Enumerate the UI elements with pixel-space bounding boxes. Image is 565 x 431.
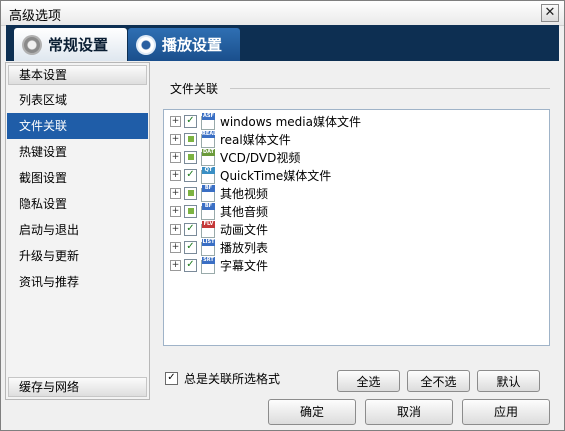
cancel-button[interactable]: 取消 xyxy=(365,399,453,425)
tab-label: 常规设置 xyxy=(48,36,109,54)
ok-button[interactable]: 确定 xyxy=(268,399,356,425)
file-type-tag: BF xyxy=(202,203,215,210)
file-type-tag: FLV xyxy=(202,221,215,228)
sidebar-item[interactable]: 列表区域 xyxy=(7,87,148,113)
tree-row-label: 其他音频 xyxy=(220,204,269,219)
sidebar-item[interactable]: 启动与退出 xyxy=(7,217,148,243)
expand-icon[interactable]: + xyxy=(170,259,181,271)
tree-row-label: windows media媒体文件 xyxy=(220,114,361,129)
checkbox-box[interactable]: ✓ xyxy=(165,372,178,385)
row-checkbox[interactable]: ✓ xyxy=(184,222,197,236)
expand-icon[interactable]: + xyxy=(170,205,181,217)
select-all-button[interactable]: 全选 xyxy=(337,370,400,392)
expand-icon[interactable]: + xyxy=(170,241,181,253)
sidebar-item[interactable]: 截图设置 xyxy=(7,165,148,191)
sidebar-item[interactable]: 热键设置 xyxy=(7,139,148,165)
row-checkbox[interactable] xyxy=(184,204,197,218)
close-button[interactable]: ✕ xyxy=(541,4,559,22)
file-type-tree[interactable]: + ✓ ASF windows media媒体文件 + REAL real媒体文件 + DAT V… xyxy=(163,109,550,346)
file-type-tag: QT xyxy=(202,167,215,174)
group-divider xyxy=(230,88,550,89)
tree-row[interactable]: + ✓ LIST 播放列表 xyxy=(170,238,268,256)
sidebar-item-cache-network[interactable]: 缓存与网络 xyxy=(8,377,147,397)
default-button[interactable]: 默认 xyxy=(477,370,540,392)
expand-icon[interactable]: + xyxy=(170,169,181,181)
tab-general-settings[interactable]: 常规设置 xyxy=(14,28,127,61)
file-type-icon: FLV xyxy=(200,221,215,238)
tree-row-label: QuickTime媒体文件 xyxy=(220,168,332,183)
file-type-icon: SRT xyxy=(200,257,215,274)
tree-row-label: 字幕文件 xyxy=(220,258,269,273)
sidebar-item[interactable]: 隐私设置 xyxy=(7,191,148,217)
gear-play-icon xyxy=(136,34,156,55)
tree-row[interactable]: + ✓ SRT 字幕文件 xyxy=(170,256,268,274)
row-checkbox[interactable] xyxy=(184,150,197,164)
apply-button[interactable]: 应用 xyxy=(462,399,550,425)
file-type-icon: BF xyxy=(200,185,215,202)
file-type-icon: REAL xyxy=(200,131,217,148)
tree-row[interactable]: + ✓ FLV 动画文件 xyxy=(170,220,268,238)
expand-icon[interactable]: + xyxy=(170,133,181,145)
file-type-tag: ASF xyxy=(202,113,215,120)
file-type-tag: SRT xyxy=(202,257,215,264)
tree-row-label: 播放列表 xyxy=(220,240,269,255)
row-checkbox[interactable]: ✓ xyxy=(184,240,197,254)
file-type-icon: DAT xyxy=(200,149,215,166)
tree-row[interactable]: + BF 其他视频 xyxy=(170,184,268,202)
sidebar-item[interactable]: 升级与更新 xyxy=(7,243,148,269)
row-checkbox[interactable]: ✓ xyxy=(184,168,197,182)
expand-icon[interactable]: + xyxy=(170,223,181,235)
file-type-icon: ASF xyxy=(200,113,215,130)
always-associate-label: 总是关联所选格式 xyxy=(184,372,281,386)
row-checkbox[interactable] xyxy=(184,186,197,200)
tree-row-label: VCD/DVD视频 xyxy=(220,150,301,165)
window-title: 高级选项 xyxy=(9,9,62,24)
expand-icon[interactable]: + xyxy=(170,151,181,163)
tree-row[interactable]: + BF 其他音频 xyxy=(170,202,268,220)
file-type-icon: QT xyxy=(200,167,215,184)
row-checkbox[interactable]: ✓ xyxy=(184,258,197,272)
tree-row[interactable]: + DAT VCD/DVD视频 xyxy=(170,148,300,166)
file-type-tag: DAT xyxy=(202,149,215,156)
file-association-group-label: 文件关联 xyxy=(170,82,219,96)
sidebar-item[interactable]: 资讯与推荐 xyxy=(7,269,148,295)
row-checkbox[interactable]: ✓ xyxy=(184,114,197,128)
tree-row[interactable]: + ✓ QT QuickTime媒体文件 xyxy=(170,166,331,184)
file-type-icon: LIST xyxy=(200,239,215,256)
row-checkbox[interactable] xyxy=(184,132,197,146)
tree-row[interactable]: + ✓ ASF windows media媒体文件 xyxy=(170,112,361,130)
file-type-tag: REAL xyxy=(202,131,217,138)
expand-icon[interactable]: + xyxy=(170,115,181,127)
gear-icon xyxy=(22,34,42,55)
tab-playback-settings[interactable]: 播放设置 xyxy=(128,28,240,61)
always-associate-checkbox[interactable]: ✓ 总是关联所选格式 xyxy=(165,370,280,387)
sidebar-header-basic-settings[interactable]: 基本设置 xyxy=(8,65,147,85)
tree-row[interactable]: + REAL real媒体文件 xyxy=(170,130,291,148)
expand-icon[interactable]: + xyxy=(170,187,181,199)
tree-row-label: 其他视频 xyxy=(220,186,269,201)
title-bar[interactable]: 高级选项 ✕ xyxy=(1,1,564,26)
tab-label: 播放设置 xyxy=(162,36,223,54)
sidebar-item[interactable]: 文件关联 xyxy=(7,113,148,139)
file-type-icon: BF xyxy=(200,203,215,220)
tree-row-label: real媒体文件 xyxy=(220,132,291,147)
tree-row-label: 动画文件 xyxy=(220,222,269,237)
file-type-tag: LIST xyxy=(202,239,215,246)
settings-sidebar: 基本设置 列表区域 文件关联 热键设置 截图设置 隐私设置 启动与退出 升级与更新 资讯与推荐… xyxy=(5,62,150,400)
tab-bar: 常规设置 播放设置 xyxy=(6,25,559,61)
file-type-tag: BF xyxy=(202,185,215,192)
select-none-button[interactable]: 全不选 xyxy=(407,370,470,392)
